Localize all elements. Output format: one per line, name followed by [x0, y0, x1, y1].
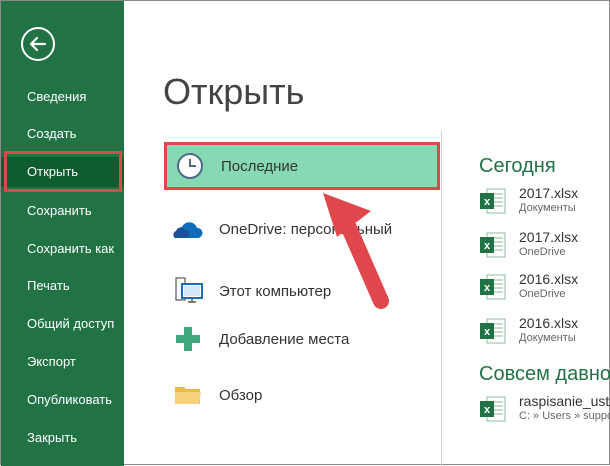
- excel-file-icon: x: [480, 232, 506, 258]
- section-today: Сегодня: [479, 155, 556, 177]
- nav-item-open[interactable]: Открыть: [1, 157, 124, 187]
- excel-file-icon: x: [480, 274, 506, 300]
- recent-file[interactable]: x raspisanie_ust C: » Users » suppo: [479, 393, 610, 429]
- file-name: 2017.xlsx: [519, 229, 579, 245]
- place-this-pc-label: Этот компьютер: [219, 282, 332, 300]
- nav-item-info[interactable]: Сведения: [1, 82, 124, 112]
- cloud-icon: [171, 214, 205, 244]
- place-this-pc[interactable]: Этот компьютер: [171, 271, 437, 311]
- file-location: Документы: [519, 332, 576, 344]
- nav-item-export[interactable]: Экспорт: [1, 347, 124, 377]
- back-button[interactable]: [21, 27, 55, 61]
- file-name: raspisanie_ust: [519, 393, 610, 409]
- clock-icon: [173, 151, 207, 181]
- file-name: 2016.xlsx: [519, 315, 579, 331]
- place-browse-label: Обзор: [219, 386, 263, 404]
- place-onedrive[interactable]: OneDrive: персональный: [171, 209, 437, 249]
- recent-file[interactable]: x 2016.xlsx Документы: [479, 315, 609, 351]
- section-long-ago: Совсем давно: [479, 363, 610, 385]
- page-title: Открыть: [163, 71, 305, 112]
- recent-file[interactable]: x 2017.xlsx Документы: [479, 185, 609, 221]
- nav-item-print[interactable]: Печать: [1, 271, 124, 301]
- excel-file-icon: x: [480, 396, 506, 422]
- file-location: C: » Users » suppo: [519, 410, 610, 422]
- computer-icon: [171, 276, 205, 306]
- nav-item-new[interactable]: Создать: [1, 119, 124, 149]
- place-add-location-label: Добавление места: [219, 330, 350, 348]
- svg-text:x: x: [484, 282, 491, 294]
- file-location: Документы: [519, 202, 576, 214]
- svg-text:x: x: [484, 196, 491, 208]
- place-recent[interactable]: Последние: [164, 142, 440, 190]
- backstage-sidebar: Сведения Создать Открыть Сохранить Сохра…: [1, 1, 124, 466]
- nav-item-close[interactable]: Закрыть: [1, 423, 124, 453]
- svg-text:x: x: [484, 240, 491, 252]
- arrow-left-icon: [29, 36, 47, 52]
- place-onedrive-label: OneDrive: персональный: [219, 220, 393, 238]
- file-location: OneDrive: [519, 288, 566, 300]
- nav-item-save-as[interactable]: Сохранить как: [1, 234, 124, 264]
- nav-item-publish[interactable]: Опубликовать: [1, 385, 124, 415]
- plus-icon: [171, 324, 205, 354]
- file-name: 2016.xlsx: [519, 271, 579, 287]
- file-location: OneDrive: [519, 246, 566, 258]
- recent-file[interactable]: x 2016.xlsx OneDrive: [479, 271, 609, 307]
- folder-icon: [171, 380, 205, 410]
- recent-file[interactable]: x 2017.xlsx OneDrive: [479, 229, 609, 265]
- place-add-location[interactable]: Добавление места: [171, 319, 437, 359]
- panel-divider: [441, 131, 442, 466]
- place-browse[interactable]: Обзор: [171, 375, 437, 415]
- nav-item-share[interactable]: Общий доступ: [1, 309, 124, 339]
- svg-text:x: x: [484, 326, 491, 338]
- excel-file-icon: x: [480, 318, 506, 344]
- excel-file-icon: x: [480, 188, 506, 214]
- svg-text:x: x: [484, 404, 491, 416]
- nav-item-save[interactable]: Сохранить: [1, 196, 124, 226]
- file-name: 2017.xlsx: [519, 185, 579, 201]
- place-recent-label: Последние: [221, 157, 299, 175]
